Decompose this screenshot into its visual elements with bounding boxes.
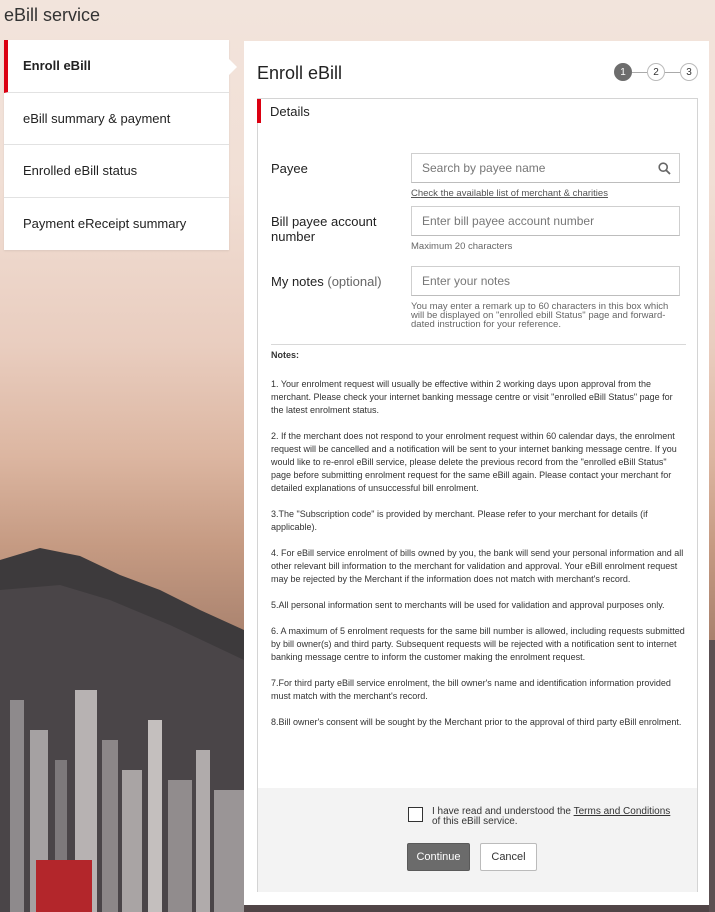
sidebar-item-label: Payment eReceipt summary xyxy=(23,216,187,232)
merchant-list-link[interactable]: Check the available list of merchant & c… xyxy=(411,188,608,199)
main-title: Enroll eBill xyxy=(257,63,343,83)
account-label: Bill payee account number xyxy=(271,214,377,244)
sidebar-item-ebill-summary[interactable]: eBill summary & payment xyxy=(4,93,229,145)
optional-tag: (optional) xyxy=(327,274,382,289)
account-number-input[interactable]: Enter bill payee account number xyxy=(411,206,680,236)
step-1: 1 xyxy=(614,63,632,81)
search-icon[interactable] xyxy=(658,162,671,175)
terms-link[interactable]: Terms and Conditions xyxy=(574,806,671,817)
notes-title: Notes: xyxy=(271,350,300,360)
step-3: 3 xyxy=(680,63,698,81)
sidebar-item-label: eBill summary & payment xyxy=(23,110,171,126)
note-item: 4. For eBill service enrolment of bills … xyxy=(271,548,684,584)
note-item: 8.Bill owner's consent will be sought by… xyxy=(271,717,682,727)
account-hint: Maximum 20 characters xyxy=(411,241,513,252)
terms-consent-text: I have read and understood the Terms and… xyxy=(432,807,672,827)
main-panel: Enroll eBill 1 2 3 Details Payee Search … xyxy=(244,41,709,905)
section-divider xyxy=(271,344,686,345)
note-item: 6. A maximum of 5 enrolment requests for… xyxy=(271,626,685,662)
note-item: 1. Your enrolment request will usually b… xyxy=(271,379,673,415)
details-card: Details Payee Search by payee name Check… xyxy=(257,98,698,892)
progress-stepper: 1 2 3 xyxy=(614,63,699,83)
continue-button[interactable]: Continue xyxy=(407,843,470,871)
payee-search-placeholder: Search by payee name xyxy=(422,161,546,175)
details-header: Details xyxy=(257,99,698,123)
notes-field-label-text: My notes xyxy=(271,274,324,289)
notes-field-label: My notes (optional) xyxy=(271,274,382,289)
consent-suffix: of this eBill service. xyxy=(432,816,518,827)
payee-label: Payee xyxy=(271,161,308,176)
terms-checkbox[interactable] xyxy=(408,807,423,822)
my-notes-placeholder: Enter your notes xyxy=(422,274,511,288)
form-footer: I have read and understood the Terms and… xyxy=(258,788,697,892)
step-connector xyxy=(632,72,647,73)
notes-hint: You may enter a remark up to 60 characte… xyxy=(411,301,669,330)
details-header-label: Details xyxy=(270,103,310,119)
step-connector xyxy=(665,72,680,73)
sidebar-item-enrolled-status[interactable]: Enrolled eBill status xyxy=(4,145,229,198)
note-item: 5.All personal information sent to merch… xyxy=(271,600,665,610)
payee-search-input[interactable]: Search by payee name xyxy=(411,153,680,183)
sidebar-item-label: Enroll eBill xyxy=(23,58,91,74)
note-item: 2. If the merchant does not respond to y… xyxy=(271,431,677,493)
note-item: 7.For third party eBill service enrolmen… xyxy=(271,678,671,701)
step-2: 2 xyxy=(647,63,665,81)
account-number-placeholder: Enter bill payee account number xyxy=(422,214,595,228)
note-item: 3.The "Subscription code" is provided by… xyxy=(271,509,648,532)
sidebar-nav: Enroll eBill eBill summary & payment Enr… xyxy=(4,40,237,251)
sidebar-item-label: Enrolled eBill status xyxy=(23,163,138,179)
notes-section: Notes: 1. Your enrolment request will us… xyxy=(271,349,687,742)
cancel-button[interactable]: Cancel xyxy=(480,843,537,871)
sidebar-item-payment-ereceipt[interactable]: Payment eReceipt summary xyxy=(4,198,229,251)
page-title: eBill service xyxy=(4,5,101,25)
sidebar-item-enroll-ebill[interactable]: Enroll eBill xyxy=(4,40,237,93)
my-notes-input[interactable]: Enter your notes xyxy=(411,266,680,296)
